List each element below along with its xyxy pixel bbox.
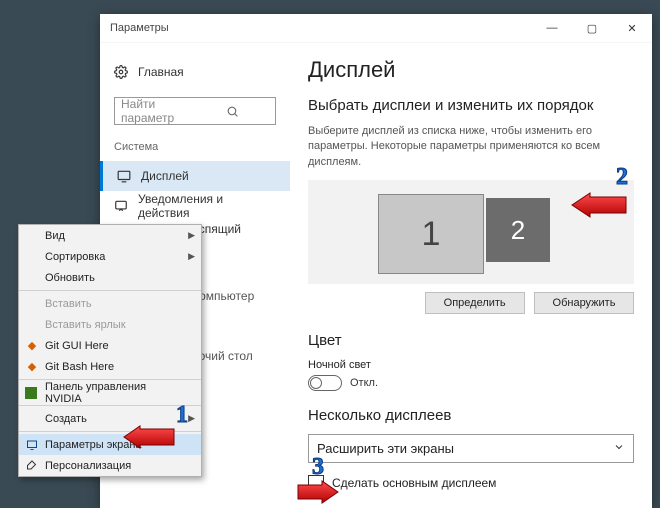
toggle-state: Откл.: [350, 377, 378, 389]
night-light-label: Ночной свет: [308, 359, 634, 371]
nvidia-icon: [25, 387, 37, 399]
multiple-displays-dropdown[interactable]: Расширить эти экраны: [308, 434, 634, 463]
detect-button[interactable]: Обнаружить: [534, 292, 634, 314]
sidebar-item-label: Уведомления и действия: [138, 192, 276, 220]
page-title: Дисплей: [308, 57, 634, 83]
section-color: Цвет: [308, 332, 634, 349]
dropdown-value: Расширить эти экраны: [317, 441, 454, 456]
search-placeholder: Найти параметр: [121, 97, 195, 125]
checkbox-label: Сделать основным дисплеем: [332, 476, 496, 490]
monitor-2[interactable]: 2: [486, 198, 550, 262]
make-primary-checkbox[interactable]: Сделать основным дисплеем: [308, 475, 634, 491]
menu-item-paste-shortcut: Вставить ярлык: [19, 314, 201, 335]
submenu-arrow-icon: ▶: [188, 251, 195, 262]
monitor-icon: [117, 169, 131, 183]
minimize-button[interactable]: —: [532, 14, 572, 42]
title-bar: Параметры — ▢ ✕: [100, 14, 652, 43]
menu-item-paste: Вставить: [19, 293, 201, 314]
identify-button[interactable]: Определить: [425, 292, 525, 314]
menu-item-nvidia[interactable]: Панель управления NVIDIA: [19, 382, 201, 403]
sidebar-item-label: Дисплей: [141, 169, 189, 183]
menu-item-git-bash[interactable]: ◆Git Bash Here: [19, 356, 201, 377]
section-multiple: Несколько дисплеев: [308, 407, 634, 424]
menu-item-git-gui[interactable]: ◆Git GUI Here: [19, 335, 201, 356]
menu-separator: [19, 290, 201, 291]
submenu-arrow-icon: ▶: [188, 413, 195, 424]
sidebar-item-display[interactable]: Дисплей: [100, 161, 290, 191]
arrange-hint: Выберите дисплей из списка ниже, чтобы и…: [308, 124, 634, 170]
sidebar-group-label: Система: [114, 141, 276, 153]
monitor-1[interactable]: 1: [378, 194, 484, 274]
section-arrange: Выбрать дисплеи и изменить их порядок: [308, 97, 634, 114]
sidebar-home[interactable]: Главная: [114, 57, 276, 87]
submenu-arrow-icon: ▶: [188, 230, 195, 241]
monitor-icon: [25, 438, 39, 452]
annotation-arrow-1: [124, 426, 174, 448]
night-light-toggle[interactable]: [308, 375, 342, 391]
close-button[interactable]: ✕: [612, 14, 652, 42]
window-title: Параметры: [110, 22, 532, 34]
menu-item-view[interactable]: Вид▶: [19, 225, 201, 246]
annotation-number-3: 3: [312, 454, 324, 481]
chat-icon: [114, 199, 128, 213]
git-icon: ◆: [25, 360, 39, 374]
menu-item-personalize[interactable]: Персонализация: [19, 455, 201, 476]
annotation-arrow-2: [572, 193, 626, 217]
search-icon: [195, 104, 269, 118]
search-input[interactable]: Найти параметр: [114, 97, 276, 125]
chevron-down-icon: [613, 441, 625, 456]
annotation-number-2: 2: [616, 164, 628, 191]
menu-separator: [19, 405, 201, 406]
menu-item-refresh[interactable]: Обновить: [19, 267, 201, 288]
maximize-button[interactable]: ▢: [572, 14, 612, 42]
annotation-number-1: 1: [176, 402, 188, 429]
settings-main: Дисплей Выбрать дисплеи и изменить их по…: [290, 43, 652, 508]
gear-icon: [114, 65, 128, 79]
git-icon: ◆: [25, 339, 39, 353]
paint-icon: [25, 459, 39, 473]
annotation-arrow-3: [298, 481, 338, 503]
sidebar-home-label: Главная: [138, 65, 184, 79]
menu-item-sort[interactable]: Сортировка▶: [19, 246, 201, 267]
sidebar-item-notifications[interactable]: Уведомления и действия: [114, 191, 276, 221]
